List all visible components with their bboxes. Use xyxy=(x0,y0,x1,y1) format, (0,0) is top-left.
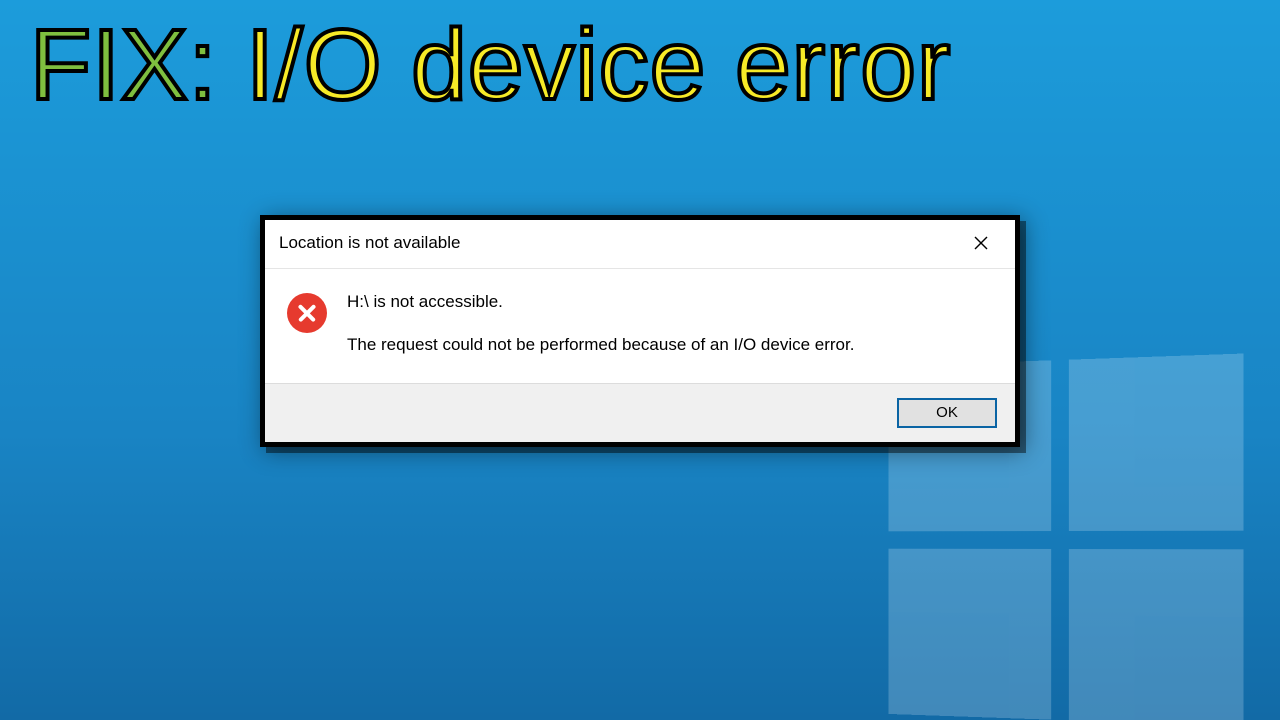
ok-button[interactable]: OK xyxy=(897,398,997,428)
message-line-1: H:\ is not accessible. xyxy=(347,291,854,314)
close-icon xyxy=(974,236,988,250)
dialog-body: H:\ is not accessible. The request could… xyxy=(265,269,1015,383)
error-dialog: Location is not available H:\ is not acc… xyxy=(260,215,1020,447)
ok-button-label: OK xyxy=(936,404,958,421)
close-button[interactable] xyxy=(959,228,1003,258)
dialog-message: H:\ is not accessible. The request could… xyxy=(347,291,854,357)
headline-prefix: FIX: xyxy=(30,9,217,121)
message-line-2: The request could not be performed becau… xyxy=(347,334,854,357)
error-icon xyxy=(287,293,327,333)
dialog-button-strip: OK xyxy=(265,383,1015,442)
dialog-title: Location is not available xyxy=(279,233,460,253)
dialog-titlebar[interactable]: Location is not available xyxy=(265,220,1015,269)
thumbnail-headline: FIX: I/O device error xyxy=(30,8,1260,123)
headline-rest: I/O device error xyxy=(217,9,951,121)
